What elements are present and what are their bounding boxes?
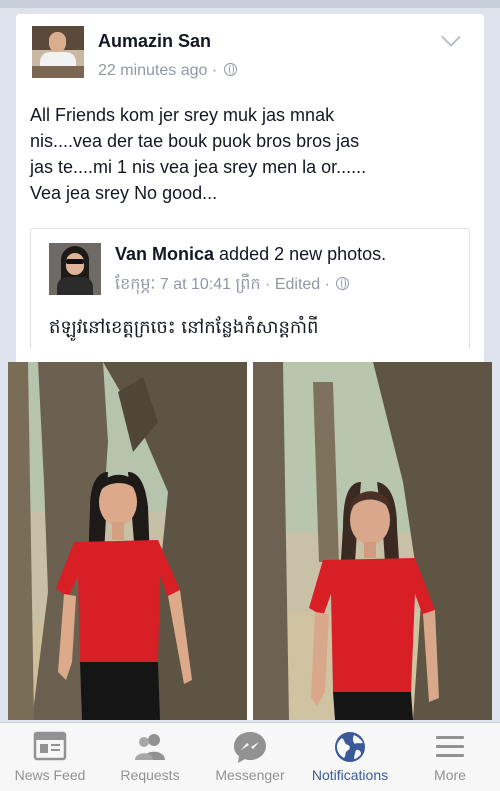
- tab-requests[interactable]: Requests: [100, 723, 200, 791]
- messenger-icon: [234, 732, 266, 763]
- meta-separator: ·: [324, 276, 330, 293]
- news-feed-icon: [33, 731, 67, 761]
- tab-notifications[interactable]: Notifications: [300, 723, 400, 791]
- photo-1-image: [8, 362, 247, 720]
- shared-post-timestamp[interactable]: ខែកុម្ភៈ 7 at 10:41 ព្រឹក: [115, 276, 261, 293]
- tab-messenger[interactable]: Messenger: [200, 723, 300, 791]
- globe-icon: [335, 732, 365, 762]
- photo-1[interactable]: [8, 362, 247, 720]
- photo-2-image: [253, 362, 492, 720]
- tab-label-messenger: Messenger: [215, 767, 285, 783]
- tab-news-feed[interactable]: News Feed: [0, 723, 100, 791]
- post-timestamp[interactable]: 22 minutes ago: [98, 62, 207, 79]
- shared-post[interactable]: Van Monica added 2 new photos. ខែកុម្ភៈ …: [30, 228, 470, 349]
- post-author-name[interactable]: Aumazin San: [98, 31, 211, 52]
- top-strip: [0, 0, 500, 8]
- post-meta: 22 minutes ago ·: [98, 62, 237, 80]
- tab-label-news-feed: News Feed: [14, 767, 86, 783]
- shared-post-meta: ខែកុម្ភៈ 7 at 10:41 ព្រឹក · Edited ·: [115, 273, 350, 297]
- post-text: All Friends kom jer srey muk jas mnak ni…: [30, 105, 367, 203]
- shared-author-avatar[interactable]: [49, 243, 101, 295]
- bottom-tab-bar: News Feed Requests Messenger Notificatio…: [0, 722, 500, 791]
- globe-icon: [223, 63, 237, 76]
- tab-more[interactable]: More: [400, 723, 500, 791]
- shared-post-caption: ឥឡូវនៅខេត្តក្រចេះ នៅកន្លែងកំសាន្តកាំពី: [49, 317, 319, 338]
- shared-author-name[interactable]: Van Monica: [115, 244, 214, 264]
- shared-post-header: Van Monica added 2 new photos.: [115, 244, 386, 265]
- meta-separator: ·: [265, 276, 271, 293]
- edited-label[interactable]: Edited: [275, 276, 320, 293]
- globe-icon: [336, 277, 350, 290]
- requests-icon: [135, 734, 165, 760]
- tab-label-notifications: Notifications: [311, 767, 389, 783]
- shared-post-action: added 2 new photos.: [219, 244, 387, 264]
- chevron-down-icon[interactable]: [441, 27, 461, 47]
- tab-label-requests: Requests: [120, 767, 180, 783]
- menu-icon: [436, 736, 464, 757]
- meta-separator: ·: [211, 62, 218, 79]
- author-avatar[interactable]: [32, 26, 84, 78]
- photo-2[interactable]: [253, 362, 492, 720]
- tab-label-more: More: [434, 767, 466, 783]
